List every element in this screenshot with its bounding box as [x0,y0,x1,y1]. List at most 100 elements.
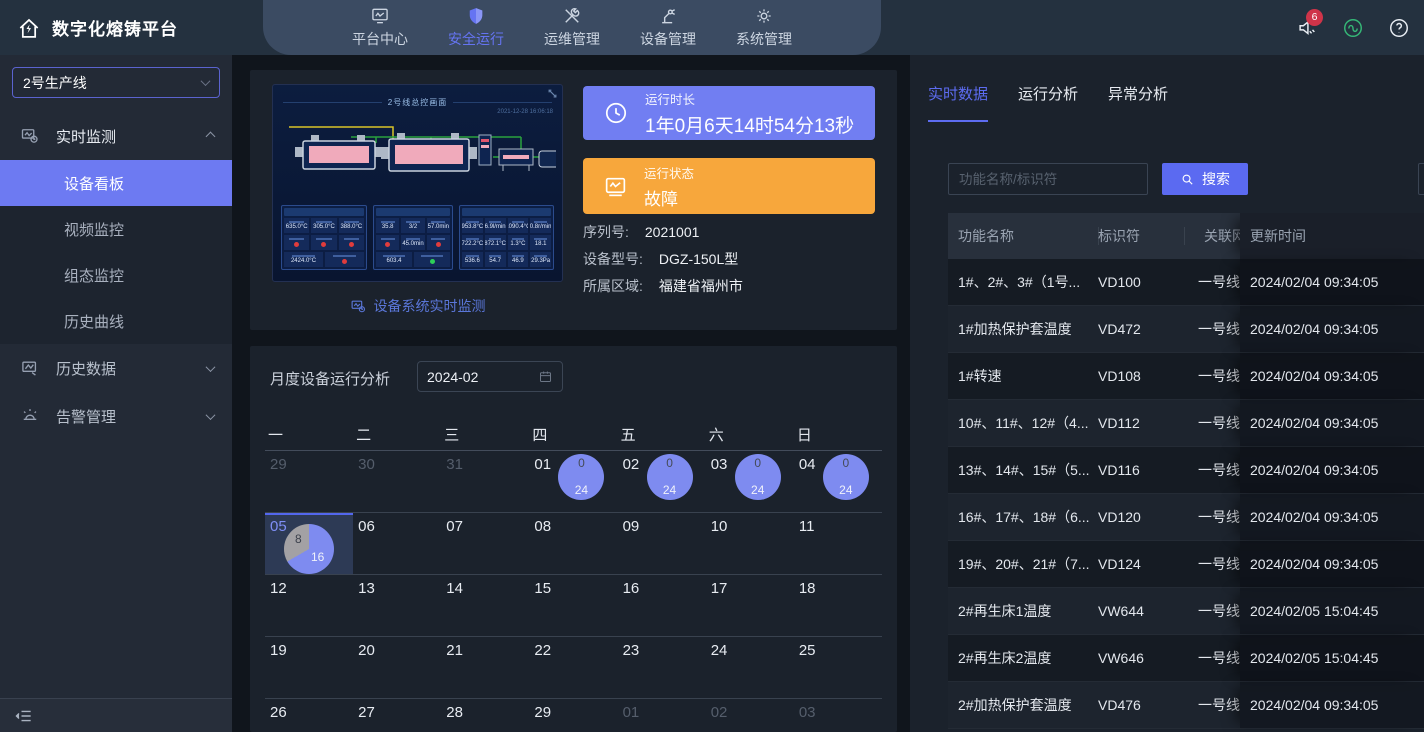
calendar-day-cell[interactable]: 20 [353,637,441,699]
day-number: 09 [623,518,640,535]
edge-cropped-field[interactable] [1418,163,1424,195]
calendar-day-cell[interactable]: 07 [441,513,529,575]
calendar-day-cell[interactable]: 24 [706,637,794,699]
table-row[interactable]: 1#加热保护套温度 VD472 一号线 2024/02/04 09:34:05 [948,306,1424,353]
calendar-day-cell[interactable]: 13 [353,575,441,637]
notifications-button[interactable]: 6 [1296,17,1318,39]
cell-update-time: 2024/02/04 09:34:05 [1240,447,1424,493]
table-header-row: 功能名称 标识符 关联网 更新时间 [948,213,1424,259]
scada-preview[interactable]: 2号线总控画面 2021-12-28 16:06:18 [272,84,563,282]
calendar-day-cell[interactable]: 19 [265,637,353,699]
calendar-day-cell[interactable]: 12 [265,575,353,637]
calendar-day-cell[interactable]: 16 [618,575,706,637]
search-input[interactable] [948,163,1148,195]
nav-item-ops-management[interactable]: 运维管理 [544,6,600,49]
calendar-day-cell[interactable]: 04 0 24 [794,451,882,513]
nav-item-device-management[interactable]: 设备管理 [640,6,696,49]
table-row[interactable]: 10#、11#、12#（4... VD112 一号线 2024/02/04 09… [948,400,1424,447]
search-button[interactable]: 搜索 [1162,163,1248,195]
calendar-day-cell[interactable]: 03 0 24 [706,451,794,513]
calendar-day-cell[interactable]: 11 [794,513,882,575]
cell-update-time: 2024/02/04 09:34:05 [1240,306,1424,352]
sidebar-item-label: 告警管理 [56,406,207,427]
nav-item-safe-operation[interactable]: 安全运行 [448,6,504,49]
status-label: 运行状态 [644,163,694,182]
scada-value-cell: 35.8 [376,218,399,233]
sidebar-subitem-device-board[interactable]: 设备看板 [0,160,232,206]
calendar-day-cell[interactable]: 01 0 24 [529,451,617,513]
calendar-day-cell[interactable]: 29 [529,699,617,732]
nav-item-system-management[interactable]: 系统管理 [736,6,792,49]
calendar-day-cell[interactable]: 01 [618,699,706,732]
table-row[interactable]: 2#再生床1温度 VW644 一号线 2024/02/05 15:04:45 [948,588,1424,635]
calendar-day-cell[interactable]: 30 [353,451,441,513]
table-row[interactable]: 1#转速 VD108 一号线 2024/02/04 09:34:05 [948,353,1424,400]
calendar-day-cell[interactable]: 21 [441,637,529,699]
calendar-day-cell[interactable]: 08 [529,513,617,575]
calendar-day-cell[interactable]: 22 [529,637,617,699]
help-button[interactable] [1388,17,1410,39]
calendar-day-cell[interactable]: 14 [441,575,529,637]
table-row[interactable]: 2#再生床2温度 VW646 一号线 2024/02/05 15:04:45 [948,635,1424,682]
tab-operation-analysis[interactable]: 运行分析 [1018,83,1078,122]
cell-identifier: VW646 [1098,650,1184,666]
sidebar-subitem-history-curve[interactable]: 历史曲线 [0,298,232,344]
calendar-day-cell[interactable]: 28 [441,699,529,732]
month-value: 2024-02 [427,369,478,385]
table-body: 1#、2#、3#（1号... VD100 一号线 2024/02/04 09:3… [948,259,1424,729]
weekday-label: 二 [353,418,441,450]
calendar-day-cell[interactable]: 03 [794,699,882,732]
calendar-day-cell[interactable]: 26 [265,699,353,732]
calendar-day-cell[interactable]: 25 [794,637,882,699]
system-status-button[interactable] [1342,17,1364,39]
collapse-sidebar-button[interactable] [0,698,232,732]
table-row[interactable]: 1#、2#、3#（1号... VD100 一号线 2024/02/04 09:3… [948,259,1424,306]
brand: 数字化熔铸平台 [16,0,178,55]
table-row[interactable]: 13#、14#、15#（5... VD116 一号线 2024/02/04 09… [948,447,1424,494]
realtime-monitor-icon [20,126,40,146]
day-number: 10 [711,518,728,535]
calendar-day-cell[interactable]: 23 [618,637,706,699]
scada-value-cell: 46.9 [508,252,529,267]
cell-name: 16#、17#、18#（6... [948,507,1098,527]
calendar-day-cell[interactable]: 18 [794,575,882,637]
calendar-day-cell[interactable]: 17 [706,575,794,637]
calendar-day-cell[interactable]: 27 [353,699,441,732]
sidebar-item-history-data[interactable]: 历史数据 [0,344,232,392]
calendar-day-cell[interactable]: 02 0 24 [618,451,706,513]
tools-icon [562,6,582,26]
calendar-day-cell[interactable]: 15 [529,575,617,637]
tab-anomaly-analysis[interactable]: 异常分析 [1108,83,1168,122]
table-row[interactable]: 16#、17#、18#（6... VD120 一号线 2024/02/04 09… [948,494,1424,541]
scada-value-cell [311,235,336,250]
month-picker[interactable]: 2024-02 [417,361,563,392]
calendar-day-cell[interactable]: 02 [706,699,794,732]
col-header-name: 功能名称 [948,226,1098,246]
sidebar-item-realtime-monitor[interactable]: 实时监测 [0,112,232,160]
collapse-icon [14,706,34,726]
calendar-day-cell[interactable]: 05 8 16 [265,513,353,575]
weekday-label: 一 [265,418,353,450]
calendar-day-cell[interactable]: 06 [353,513,441,575]
production-line-select[interactable]: 2号生产线 [12,67,220,98]
table-row[interactable]: 19#、20#、21#（7... VD124 一号线 2024/02/04 09… [948,541,1424,588]
calendar-day-cell[interactable]: 31 [441,451,529,513]
nav-item-platform-center[interactable]: 平台中心 [352,6,408,49]
tab-realtime-data[interactable]: 实时数据 [928,83,988,122]
scada-value-cell: 57.0min [427,218,450,233]
calendar-day-cell[interactable]: 10 [706,513,794,575]
cell-gateway: 一号线 [1184,413,1240,433]
calendar-card-title: 月度设备运行分析 [270,368,390,389]
table-row[interactable]: 2#加热保护套温度 VD476 一号线 2024/02/04 09:34:05 [948,682,1424,729]
calendar-day-cell[interactable]: 09 [618,513,706,575]
cell-update-time: 2024/02/05 15:04:45 [1240,588,1424,634]
cell-update-time: 2024/02/04 09:34:05 [1240,541,1424,587]
sidebar-item-alarm-management[interactable]: 告警管理 [0,392,232,440]
day-number: 12 [270,580,287,597]
sidebar-subitem-config-monitor[interactable]: 组态监控 [0,252,232,298]
status-chart-icon [603,174,628,199]
calendar-day-cell[interactable]: 29 [265,451,353,513]
day-number: 11 [799,518,815,535]
device-system-monitor-link[interactable]: 设备系统实时监测 [272,296,563,316]
sidebar-subitem-video-monitor[interactable]: 视频监控 [0,206,232,252]
